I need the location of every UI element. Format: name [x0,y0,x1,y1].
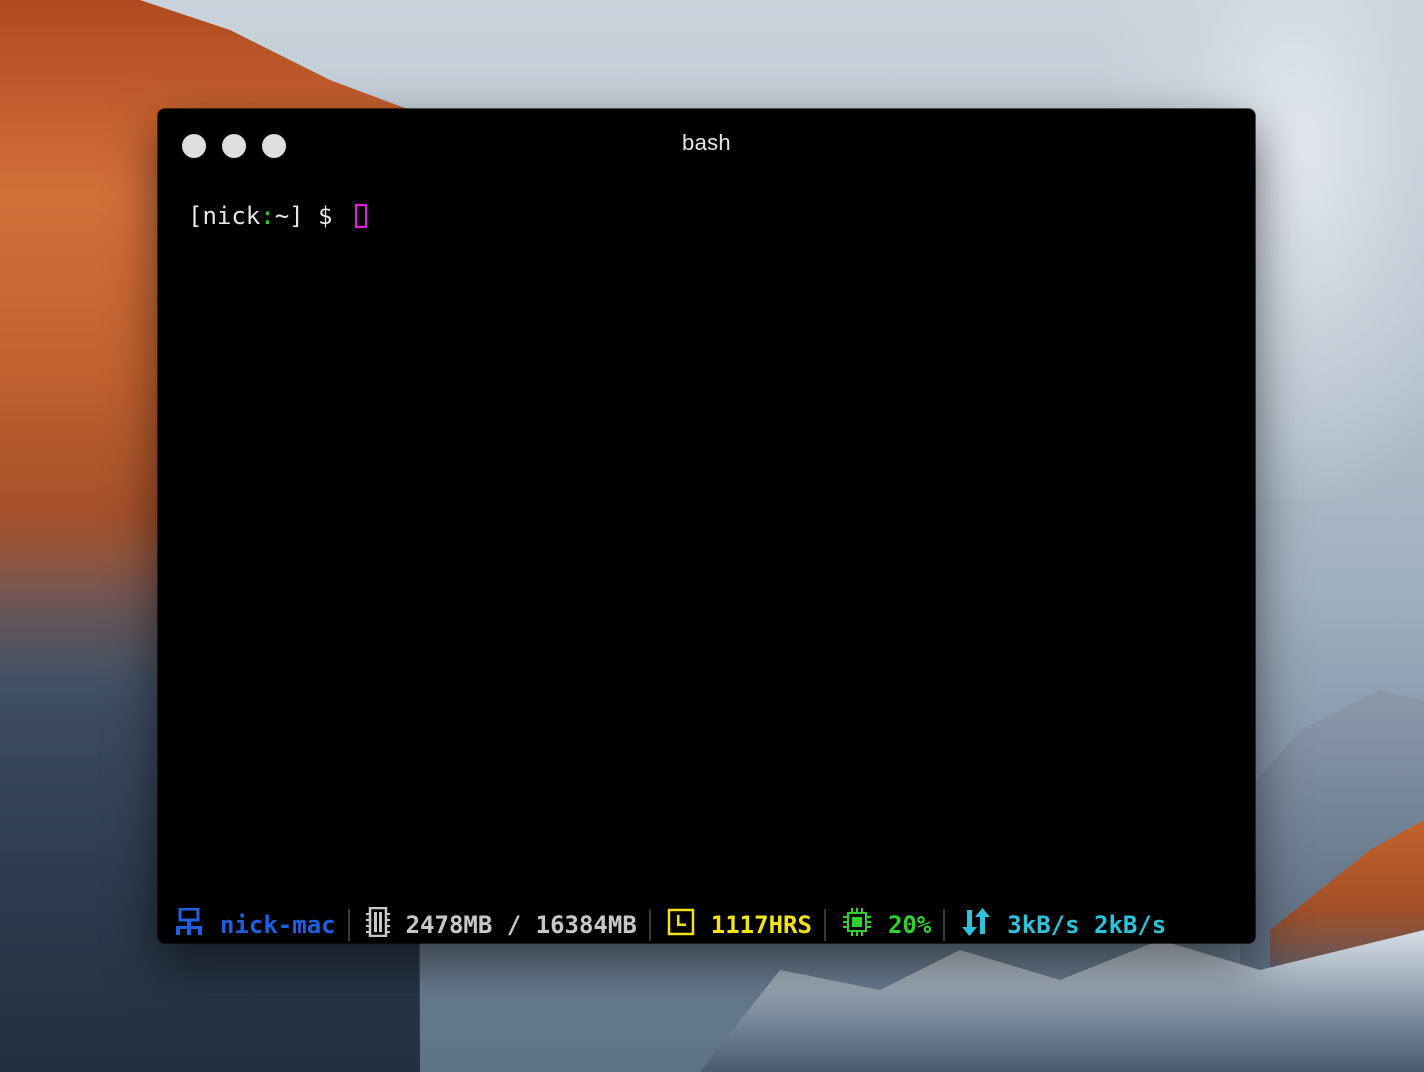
prompt-path: ~] $ [274,202,347,230]
title-bar[interactable]: bash [158,109,1255,179]
status-network: 3kB/s 2kB/s [945,907,1178,943]
cpu-icon [842,907,872,943]
status-cpu: 20% [826,907,943,943]
terminal-window[interactable]: bash [nick: ~] $ nick-mac 2478MB / 16384… [158,109,1255,943]
status-memory: 2478MB / 16384MB [350,906,649,943]
prompt-user: [nick [188,202,261,230]
memory-text: 2478MB / 16384MB [405,911,637,939]
status-bar: nick-mac 2478MB / 16384MB 1117HRS 20% 3k… [158,906,1255,943]
shell-prompt: [nick: ~] $ [188,199,1228,233]
up-down-arrows-icon [961,907,991,943]
prompt-colon: : [260,202,275,230]
status-hostname: nick-mac [158,907,348,943]
status-uptime: 1117HRS [651,907,824,943]
hostname-text: nick-mac [220,911,336,939]
clock-icon [667,908,695,942]
text-cursor[interactable] [354,204,367,228]
uptime-text: 1117HRS [710,911,812,939]
memory-icon [365,906,390,943]
network-icon [174,907,204,942]
network-speed-text: 3kB/s 2kB/s [1007,911,1167,939]
cpu-text: 20% [887,911,932,939]
terminal-output[interactable]: [nick: ~] $ [188,199,1228,899]
window-title: bash [682,130,731,155]
